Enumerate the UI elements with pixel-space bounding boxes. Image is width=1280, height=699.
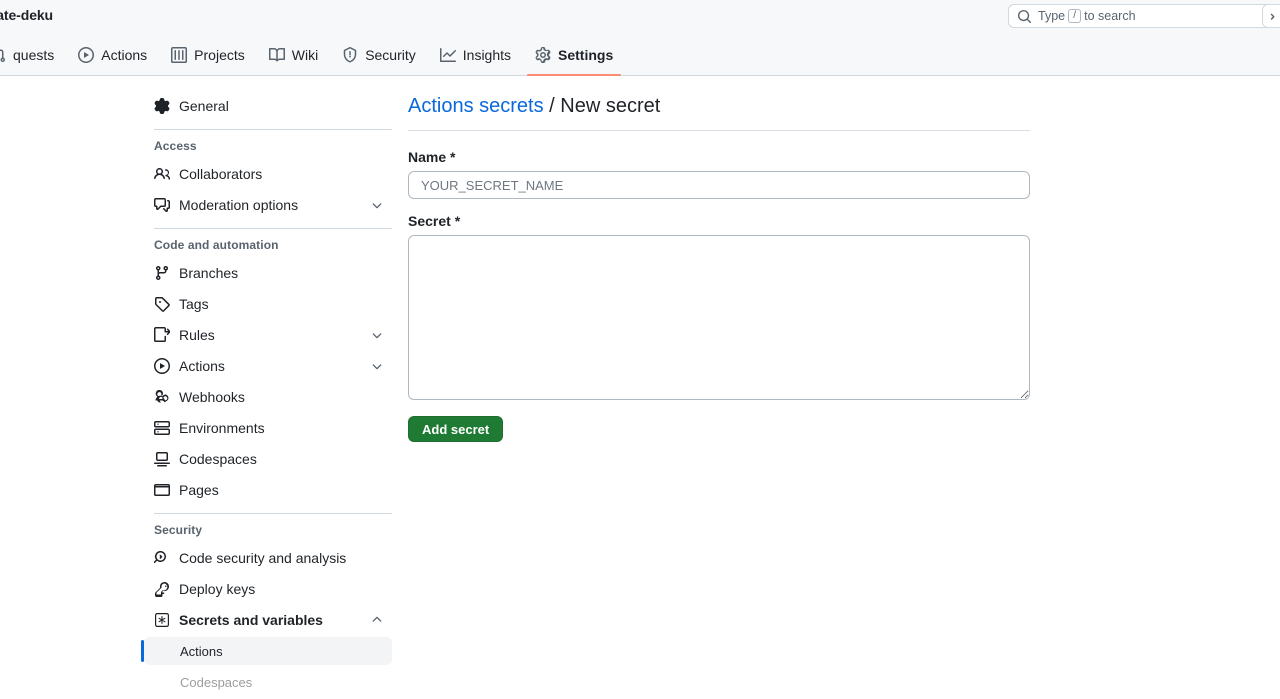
chevron-down-icon	[370, 328, 384, 342]
terminal-prompt-icon[interactable]	[1262, 4, 1280, 28]
sidebar-divider	[154, 513, 392, 514]
search-placeholder-suffix: to search	[1084, 9, 1136, 23]
page-header: plate-deku Type / to search quests	[0, 0, 1280, 76]
shield-icon	[342, 47, 358, 63]
sidebar-divider	[154, 228, 392, 229]
secret-name-input[interactable]	[408, 171, 1030, 199]
name-field-label: Name *	[408, 149, 456, 165]
sidebar-subitem-label: Actions	[180, 643, 223, 659]
sidebar-item-moderation-options[interactable]: Moderation options	[144, 191, 392, 219]
sidebar-item-label: Actions	[179, 358, 225, 374]
breadcrumb-link-actions-secrets[interactable]: Actions secrets	[408, 95, 544, 117]
sidebar-item-label: Branches	[179, 265, 239, 281]
play-circle-icon	[154, 358, 170, 374]
sidebar-section-heading-access: Access	[154, 139, 197, 153]
webhook-icon	[154, 389, 170, 405]
sidebar-item-general[interactable]: General	[144, 92, 392, 120]
sidebar-item-label: Collaborators	[179, 166, 263, 182]
sidebar-item-actions[interactable]: Actions	[144, 352, 392, 380]
chevron-down-icon	[370, 359, 384, 373]
sidebar-item-collaborators[interactable]: Collaborators	[144, 160, 392, 188]
tab-label: quests	[13, 47, 55, 63]
sidebar-item-label: Moderation options	[179, 197, 299, 213]
tab-label: Security	[365, 47, 416, 63]
search-key-hint: /	[1068, 9, 1082, 23]
tab-label: Settings	[558, 47, 614, 63]
sidebar-item-label: Secrets and variables	[179, 612, 323, 628]
tab-label: Insights	[462, 47, 512, 63]
sidebar-subitem-actions[interactable]: Actions	[141, 637, 392, 665]
play-circle-icon	[78, 47, 95, 63]
sidebar-subitem-codespaces[interactable]: Codespaces	[144, 668, 392, 696]
git-branch-icon	[154, 265, 170, 281]
search-icon	[1017, 9, 1032, 24]
table-icon	[171, 47, 188, 63]
sidebar-section-heading-code-and-automation: Code and automation	[154, 238, 279, 252]
tab-insights[interactable]: Insights	[432, 40, 519, 70]
codespaces-icon	[154, 451, 170, 467]
sidebar-item-label: Pages	[179, 482, 219, 498]
gear-icon	[154, 98, 170, 114]
asterisk-box-icon	[154, 612, 170, 628]
pull-request-icon	[0, 47, 6, 63]
sidebar-item-label: Rules	[179, 327, 215, 343]
key-icon	[154, 581, 170, 597]
tab-wiki[interactable]: Wiki	[261, 40, 326, 70]
sidebar-item-rules[interactable]: Rules	[144, 321, 392, 349]
tab-label: Projects	[194, 47, 245, 63]
browser-icon	[154, 482, 170, 498]
sidebar-item-label: General	[179, 98, 229, 114]
book-icon	[268, 47, 285, 63]
sidebar-item-label: Codespaces	[179, 451, 257, 467]
sidebar-item-codespaces[interactable]: Codespaces	[144, 445, 392, 473]
sidebar-item-tags[interactable]: Tags	[144, 290, 392, 318]
search-placeholder-prefix: Type	[1038, 9, 1066, 23]
sidebar-item-label: Deploy keys	[179, 581, 256, 597]
rules-icon	[154, 327, 170, 343]
tag-icon	[154, 296, 170, 312]
sidebar-item-secrets-and-variables[interactable]: Secrets and variables	[144, 606, 392, 634]
add-secret-button[interactable]: Add secret	[408, 416, 504, 442]
sidebar-item-label: Webhooks	[179, 389, 245, 405]
repository-name[interactable]: plate-deku	[0, 7, 53, 23]
sidebar-item-label: Tags	[179, 296, 209, 312]
sidebar-subitem-label: Codespaces	[180, 674, 253, 690]
tab-label: Actions	[101, 47, 148, 63]
server-icon	[154, 420, 170, 436]
sidebar-item-code-security-and-analysis[interactable]: Code security and analysis	[144, 544, 392, 572]
main-content: Actions secrets / New secret Name * Secr…	[408, 92, 1030, 442]
secret-value-textarea[interactable]	[408, 235, 1030, 400]
breadcrumb-current: New secret	[560, 95, 661, 117]
sidebar-item-pages[interactable]: Pages	[144, 476, 392, 504]
sidebar-item-webhooks[interactable]: Webhooks	[144, 383, 392, 411]
search-input[interactable]: Type / to search	[1008, 4, 1276, 28]
sidebar-section-heading-security: Security	[154, 523, 203, 537]
people-icon	[154, 166, 170, 182]
codescan-icon	[154, 550, 170, 566]
tab-projects[interactable]: Projects	[163, 40, 253, 70]
sidebar-item-environments[interactable]: Environments	[144, 414, 392, 442]
sidebar-item-deploy-keys[interactable]: Deploy keys	[144, 575, 392, 603]
sidebar-divider	[154, 129, 392, 130]
search-placeholder: Type / to search	[1038, 9, 1136, 23]
tab-security[interactable]: Security	[334, 40, 424, 70]
tab-settings[interactable]: Settings	[527, 40, 622, 76]
comment-discussion-icon	[154, 197, 170, 213]
gear-icon	[535, 47, 551, 63]
sidebar-item-label: Environments	[179, 420, 265, 436]
graph-icon	[439, 47, 456, 63]
breadcrumb-separator: /	[549, 95, 555, 117]
chevron-up-icon	[370, 613, 384, 627]
sidebar-item-label: Code security and analysis	[179, 550, 347, 566]
sidebar-item-branches[interactable]: Branches	[144, 259, 392, 287]
repository-nav-tabs: quests Actions Projects Wiki Security In…	[0, 40, 629, 76]
tab-pull-requests[interactable]: quests	[0, 40, 62, 70]
secret-field-label: Secret *	[408, 213, 461, 229]
tab-label: Wiki	[291, 47, 319, 63]
heading-divider	[408, 130, 1030, 131]
page-title: Actions secrets / New secret	[408, 92, 1030, 120]
tab-actions[interactable]: Actions	[70, 40, 155, 70]
chevron-down-icon	[370, 198, 384, 212]
